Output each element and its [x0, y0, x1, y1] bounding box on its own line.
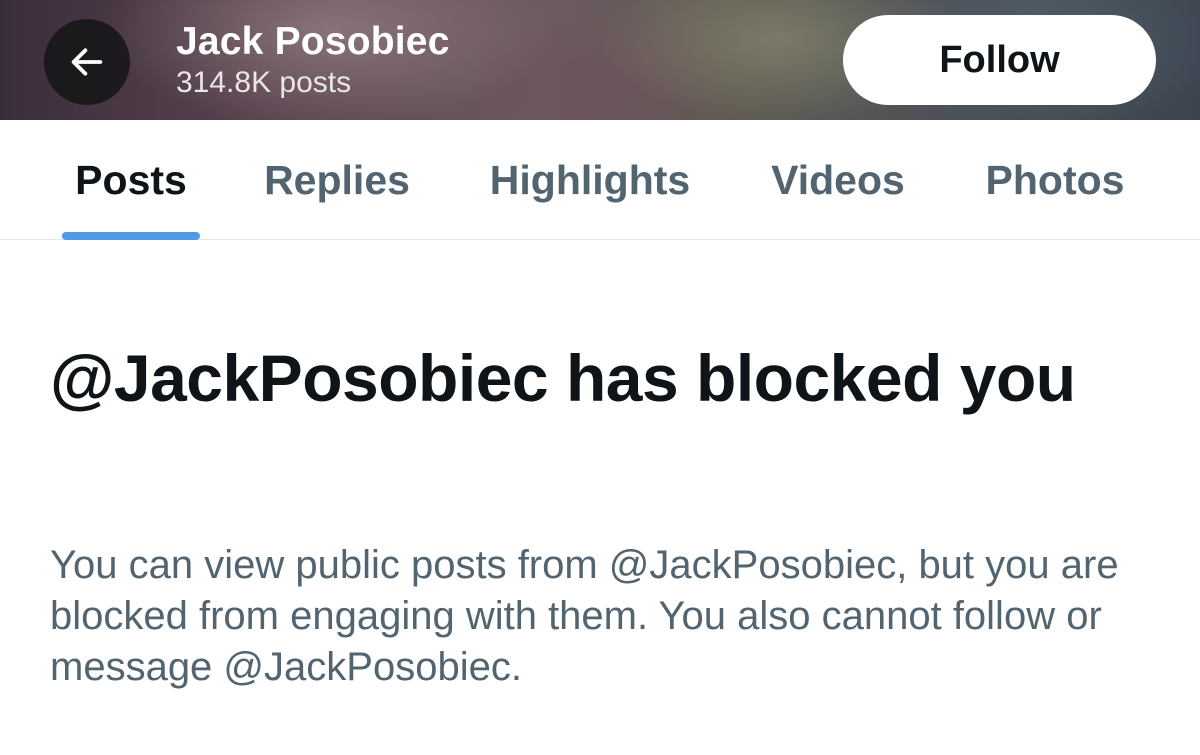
profile-header-banner: Jack Posobiec 314.8K posts Follow	[0, 0, 1200, 120]
tab-posts[interactable]: Posts	[62, 120, 200, 240]
tab-photos[interactable]: Photos	[975, 120, 1135, 240]
profile-name: Jack Posobiec	[176, 20, 450, 63]
arrow-left-icon	[71, 48, 103, 76]
profile-page: Jack Posobiec 314.8K posts Follow Posts …	[0, 0, 1200, 755]
profile-tabs: Posts Replies Highlights Videos Photos	[0, 120, 1200, 240]
back-button[interactable]	[44, 19, 130, 105]
tab-replies[interactable]: Replies	[250, 120, 424, 240]
tab-videos[interactable]: Videos	[758, 120, 918, 240]
follow-button[interactable]: Follow	[843, 15, 1156, 105]
tab-highlights[interactable]: Highlights	[478, 120, 702, 240]
blocked-title: @JackPosobiec has blocked you	[50, 341, 1076, 415]
post-count: 314.8K posts	[176, 66, 352, 99]
active-tab-indicator	[62, 232, 200, 240]
blocked-description: You can view public posts from @JackPoso…	[50, 543, 1119, 689]
